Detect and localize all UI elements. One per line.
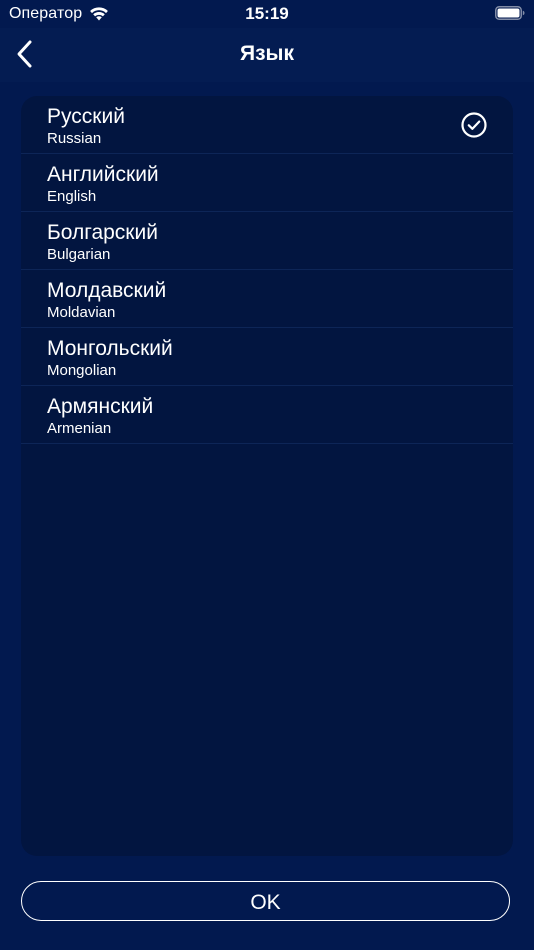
language-name: Болгарский [47,221,158,244]
language-english-name: English [47,188,97,205]
navigation-bar: Язык [0,28,534,82]
language-list: Русский Russian Английский English Болгарски… [21,96,513,856]
status-bar: Оператор 15:19 [0,0,534,28]
language-row[interactable]: Армянский Armenian [21,386,513,444]
language-row[interactable]: Молдавский Moldavian [21,270,513,328]
language-name: Армянский [47,395,154,418]
checkmark-circle-icon [461,112,487,138]
language-english-name: Bulgarian [47,246,111,263]
language-row[interactable]: Монгольский Mongolian [21,328,513,386]
language-name: Русский [47,105,125,128]
language-row[interactable]: Болгарский Bulgarian [21,212,513,270]
language-english-name: Moldavian [47,304,116,321]
language-name: Монгольский [47,337,173,360]
battery-icon [495,6,525,20]
language-name: Молдавский [47,279,167,302]
language-english-name: Mongolian [47,362,117,379]
language-english-name: Russian [47,130,102,147]
clock-time: 15:19 [245,4,289,23]
page-title: Язык [240,42,294,65]
language-english-name: Armenian [47,420,112,437]
language-row[interactable]: Английский English [21,154,513,212]
language-name: Английский [47,163,159,186]
language-row[interactable]: Русский Russian [21,96,513,154]
ok-button[interactable]: OK [21,881,510,921]
